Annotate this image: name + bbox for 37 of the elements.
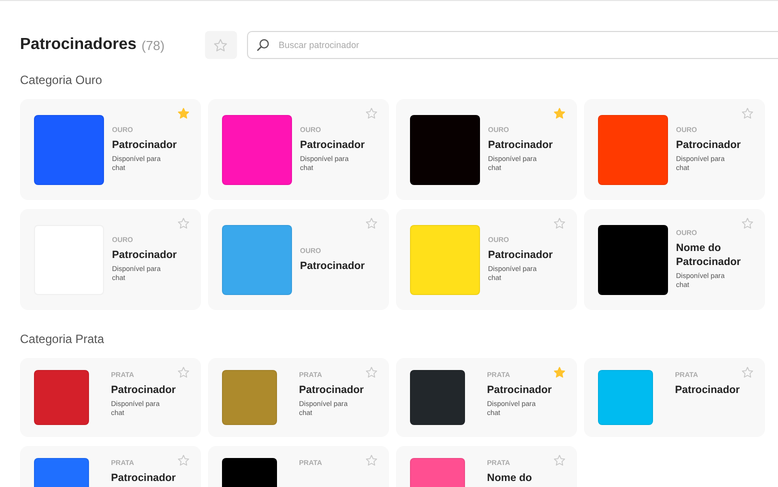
favorite-star-button[interactable]: [177, 454, 191, 468]
sponsor-name: Patrocinador: [112, 138, 175, 152]
favorite-star-button[interactable]: [177, 107, 191, 121]
favorite-star-button[interactable]: [365, 107, 379, 121]
sponsor-name: Nome do Patrocinador: [676, 240, 739, 269]
sponsor-name: Patrocinador: [112, 248, 175, 262]
sponsor-name: Patrocinador: [488, 248, 551, 262]
favorite-star-button[interactable]: [553, 217, 567, 231]
sponsor-name: Patrocinador: [300, 258, 363, 272]
sponsor-count: (78): [141, 38, 165, 52]
favorites-filter-button[interactable]: [204, 31, 237, 59]
sponsor-name: Patrocinador: [111, 471, 175, 485]
favorite-star-button[interactable]: [177, 217, 191, 231]
search-icon: [256, 38, 270, 52]
search-field[interactable]: Buscar patrocinador: [246, 31, 778, 59]
page-title: Patrocinadores: [20, 36, 136, 54]
sponsor-name: Nome do: [487, 471, 533, 485]
favorite-star-button[interactable]: [741, 107, 755, 121]
sponsor-name: Patrocinador: [676, 138, 739, 152]
sponsor-name: Patrocinador: [488, 138, 551, 152]
sponsor-name: Patrocinador: [299, 383, 363, 397]
section-title: Categoria Prata: [20, 332, 106, 346]
sponsor-name: Patrocinador: [675, 383, 739, 397]
favorite-star-button[interactable]: [553, 454, 567, 468]
favorite-star-button[interactable]: [553, 366, 567, 380]
sponsor-name: Patrocinador: [111, 383, 175, 397]
sponsor-name: Patrocinador: [487, 383, 551, 397]
section-title: Categoria Ouro: [20, 73, 104, 87]
favorite-star-button[interactable]: [365, 454, 379, 468]
favorite-star-button[interactable]: [365, 217, 379, 231]
favorite-star-button[interactable]: [741, 366, 755, 380]
favorite-star-button[interactable]: [177, 366, 191, 380]
favorite-star-button[interactable]: [553, 107, 567, 121]
favorite-star-button[interactable]: [365, 366, 379, 380]
sponsor-name: Patrocinador: [300, 138, 363, 152]
star-icon: [213, 38, 228, 52]
favorite-star-button[interactable]: [741, 217, 755, 231]
